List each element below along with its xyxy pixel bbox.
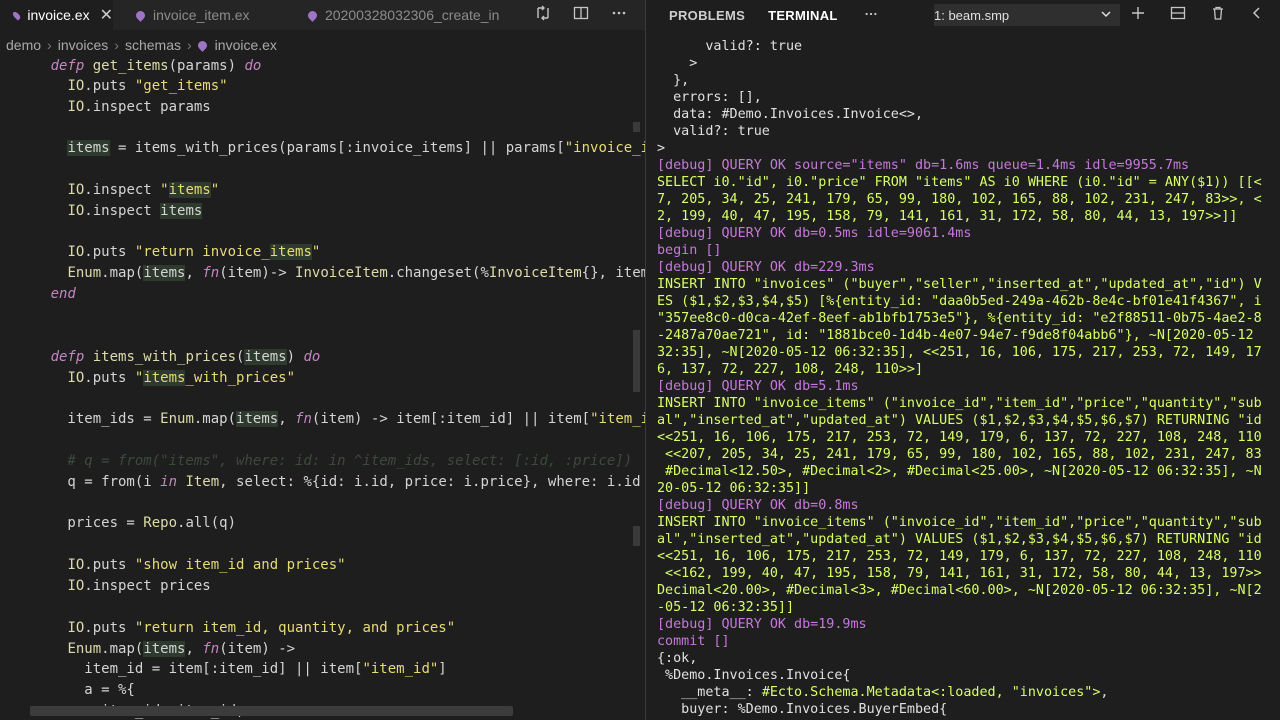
- terminal-line: al","inserted_at","updated_at") VALUES (…: [657, 413, 1262, 428]
- scroll-marker: [633, 330, 640, 392]
- elixir-file-icon: [195, 38, 209, 52]
- tab-invoice-ex[interactable]: invoice.ex ✕: [0, 0, 113, 30]
- terminal-selector-value: 1: beam.smp: [934, 7, 1010, 23]
- code-line: IO.inspect prices: [67, 578, 211, 594]
- code-line: IO.puts "show item_id and prices": [67, 557, 346, 573]
- panel-header: PROBLEMS TERMINAL 1: beam.smp: [646, 0, 1280, 30]
- terminal-line: [debug] QUERY OK db=229.3ms: [657, 260, 875, 275]
- code-line: item_ids = Enum.map(items, fn(item) -> i…: [0, 411, 645, 427]
- tab-label: invoice.ex: [27, 7, 90, 23]
- terminal-line: SELECT i0."id", i0."price" FROM "items" …: [657, 175, 1262, 190]
- elixir-file-icon: [136, 8, 147, 22]
- elixir-file-icon: [11, 9, 22, 21]
- code-line: IO.puts "items_with_prices": [67, 370, 296, 386]
- terminal-line: >: [657, 141, 666, 156]
- terminal-line: [debug] QUERY OK source="items" db=1.6ms…: [657, 158, 1190, 173]
- breadcrumb-item[interactable]: invoices: [58, 37, 109, 53]
- code-line: end: [50, 286, 76, 302]
- terminal-line: INSERT INTO "invoice_items" ("invoice_id…: [657, 396, 1262, 411]
- code-line: q = from(i in Item, select: %{id: i.id, …: [0, 474, 645, 490]
- tab-invoice-item-ex[interactable]: invoice_item.ex: [136, 0, 286, 30]
- elixir-file-icon: [308, 8, 319, 22]
- code-line: IO.inspect "items": [67, 182, 220, 198]
- horizontal-scrollbar[interactable]: [30, 706, 513, 716]
- terminal-line: __meta__: #Ecto.Schema.Metadata<:loaded,…: [657, 685, 1109, 700]
- split-terminal-icon[interactable]: [1170, 5, 1186, 26]
- terminal-line: 6, 137, 72, 227, 108, 248, 110>>]: [657, 362, 924, 377]
- terminal-line: 2, 199, 40, 47, 195, 158, 79, 141, 161, …: [657, 209, 1238, 224]
- terminal-line: commit []: [657, 634, 730, 649]
- terminal-line: <<162, 199, 40, 47, 195, 158, 79, 141, 1…: [657, 566, 1262, 581]
- terminal-line: INSERT INTO "invoices" ("buyer","seller"…: [657, 277, 1262, 292]
- breadcrumb-item[interactable]: demo: [6, 37, 41, 53]
- split-editor-icon[interactable]: [573, 5, 589, 26]
- terminal-line: [debug] QUERY OK db=0.5ms idle=9061.4ms: [657, 226, 972, 241]
- terminal-line: begin []: [657, 243, 722, 258]
- editor-tab-bar: invoice.ex ✕ invoice_item.ex 20200328032…: [0, 0, 645, 30]
- tab-label: 20200328032306_create_in: [325, 7, 500, 23]
- terminal-line: buyer: %Demo.Invoices.BuyerEmbed{: [657, 702, 948, 717]
- trash-icon[interactable]: [1210, 5, 1226, 26]
- terminal-line: "357ee8c0-d0ca-42ef-8eef-ab1bfb1753e5"},…: [657, 311, 1262, 326]
- terminal-line: errors: [],: [657, 90, 762, 105]
- terminal-line: },: [657, 73, 690, 88]
- terminal-line: >: [657, 56, 698, 71]
- terminal-line: <<251, 16, 106, 175, 217, 253, 72, 149, …: [657, 549, 1262, 564]
- code-line: IO.puts "return invoice_items": [67, 244, 321, 260]
- terminal-line: [debug] QUERY OK db=5.1ms: [657, 379, 859, 394]
- terminal-line: Decimal<20.00>, #Decimal<3>, #Decimal<60…: [657, 583, 1262, 598]
- code-line: defp get_items(params) do: [50, 58, 262, 74]
- terminal-line: 7, 205, 34, 25, 241, 179, 65, 99, 180, 1…: [657, 192, 1262, 207]
- code-line: Enum.map(items, fn(item)-> InvoiceItem.c…: [67, 265, 645, 281]
- terminal-line: [debug] QUERY OK db=0.8ms: [657, 498, 859, 513]
- code-line: IO.puts "return item_id, quantity, and p…: [67, 620, 456, 636]
- chevron-left-icon[interactable]: [1250, 6, 1264, 25]
- terminal-line: valid?: true: [657, 39, 803, 54]
- terminal-line: INSERT INTO "invoice_items" ("invoice_id…: [657, 515, 1262, 530]
- code-line: IO.inspect params: [67, 99, 211, 115]
- terminal-line: -2487a70ae721", id: "1881bce0-1d4b-4e07-…: [657, 328, 1254, 343]
- terminal-line: data: #Demo.Invoices.Invoice<>,: [657, 107, 924, 122]
- tab-label: invoice_item.ex: [153, 7, 250, 23]
- terminal-line: al","inserted_at","updated_at") VALUES (…: [657, 532, 1262, 547]
- terminal-line: #Decimal<12.50>, #Decimal<2>, #Decimal<2…: [657, 464, 1262, 479]
- breadcrumb-item[interactable]: invoice.ex: [215, 37, 277, 53]
- compare-changes-icon[interactable]: [535, 5, 551, 26]
- terminal-line: {:ok,: [657, 651, 698, 666]
- terminal-line: 20-05-12 06:32:35]]: [657, 481, 811, 496]
- code-line: Enum.map(items, fn(item) ->: [67, 641, 296, 657]
- code-editor[interactable]: invoice.ex ✕ invoice_item.ex 20200328032…: [0, 0, 645, 720]
- code-line: items = items_with_prices(params[:invoic…: [67, 140, 645, 156]
- code-line: item_id = item[:item_id] || item["item_i…: [0, 661, 447, 677]
- scroll-marker: [633, 122, 640, 132]
- terminal-line: ES ($1,$2,$3,$4,$5) [%{entity_id: "daa0b…: [657, 294, 1262, 309]
- close-icon[interactable]: ✕: [100, 5, 113, 25]
- terminal-line: [debug] QUERY OK db=19.9ms: [657, 617, 867, 632]
- chevron-down-icon: [1100, 8, 1112, 23]
- tab-problems[interactable]: PROBLEMS: [669, 8, 745, 23]
- scroll-marker: [633, 526, 640, 546]
- breadcrumb: demo › invoices › schemas › invoice.ex: [6, 37, 277, 53]
- terminal-line: %Demo.Invoices.Invoice{: [657, 668, 851, 683]
- tab-migration[interactable]: 20200328032306_create_in: [308, 0, 521, 30]
- breadcrumb-item[interactable]: schemas: [125, 37, 181, 53]
- more-actions-icon[interactable]: [864, 7, 878, 24]
- terminal-panel[interactable]: PROBLEMS TERMINAL 1: beam.smp valid?: tr…: [646, 0, 1280, 720]
- code-line: # q = from("items", where: id: in ^item_…: [0, 453, 633, 469]
- more-actions-icon[interactable]: [611, 5, 627, 26]
- code-line: IO.inspect items: [67, 203, 203, 219]
- tab-terminal[interactable]: TERMINAL: [768, 8, 838, 23]
- terminal-line: <<251, 16, 106, 175, 217, 253, 72, 149, …: [657, 430, 1262, 445]
- code-line: a = %{: [0, 682, 135, 698]
- terminal-line: valid?: true: [657, 124, 770, 139]
- code-line: defp items_with_prices(items) do: [50, 349, 321, 365]
- code-line: IO.puts "get_items": [67, 78, 228, 94]
- code-line: prices = Repo.all(q): [0, 515, 237, 531]
- terminal-line: <<207, 205, 34, 25, 241, 179, 65, 99, 18…: [657, 447, 1262, 462]
- terminal-line: -05-12 06:32:35]]: [657, 600, 795, 615]
- new-terminal-icon[interactable]: [1130, 5, 1146, 26]
- terminal-selector[interactable]: 1: beam.smp: [934, 4, 1120, 26]
- terminal-line: 32:35], ~N[2020-05-12 06:32:35], <<251, …: [657, 345, 1262, 360]
